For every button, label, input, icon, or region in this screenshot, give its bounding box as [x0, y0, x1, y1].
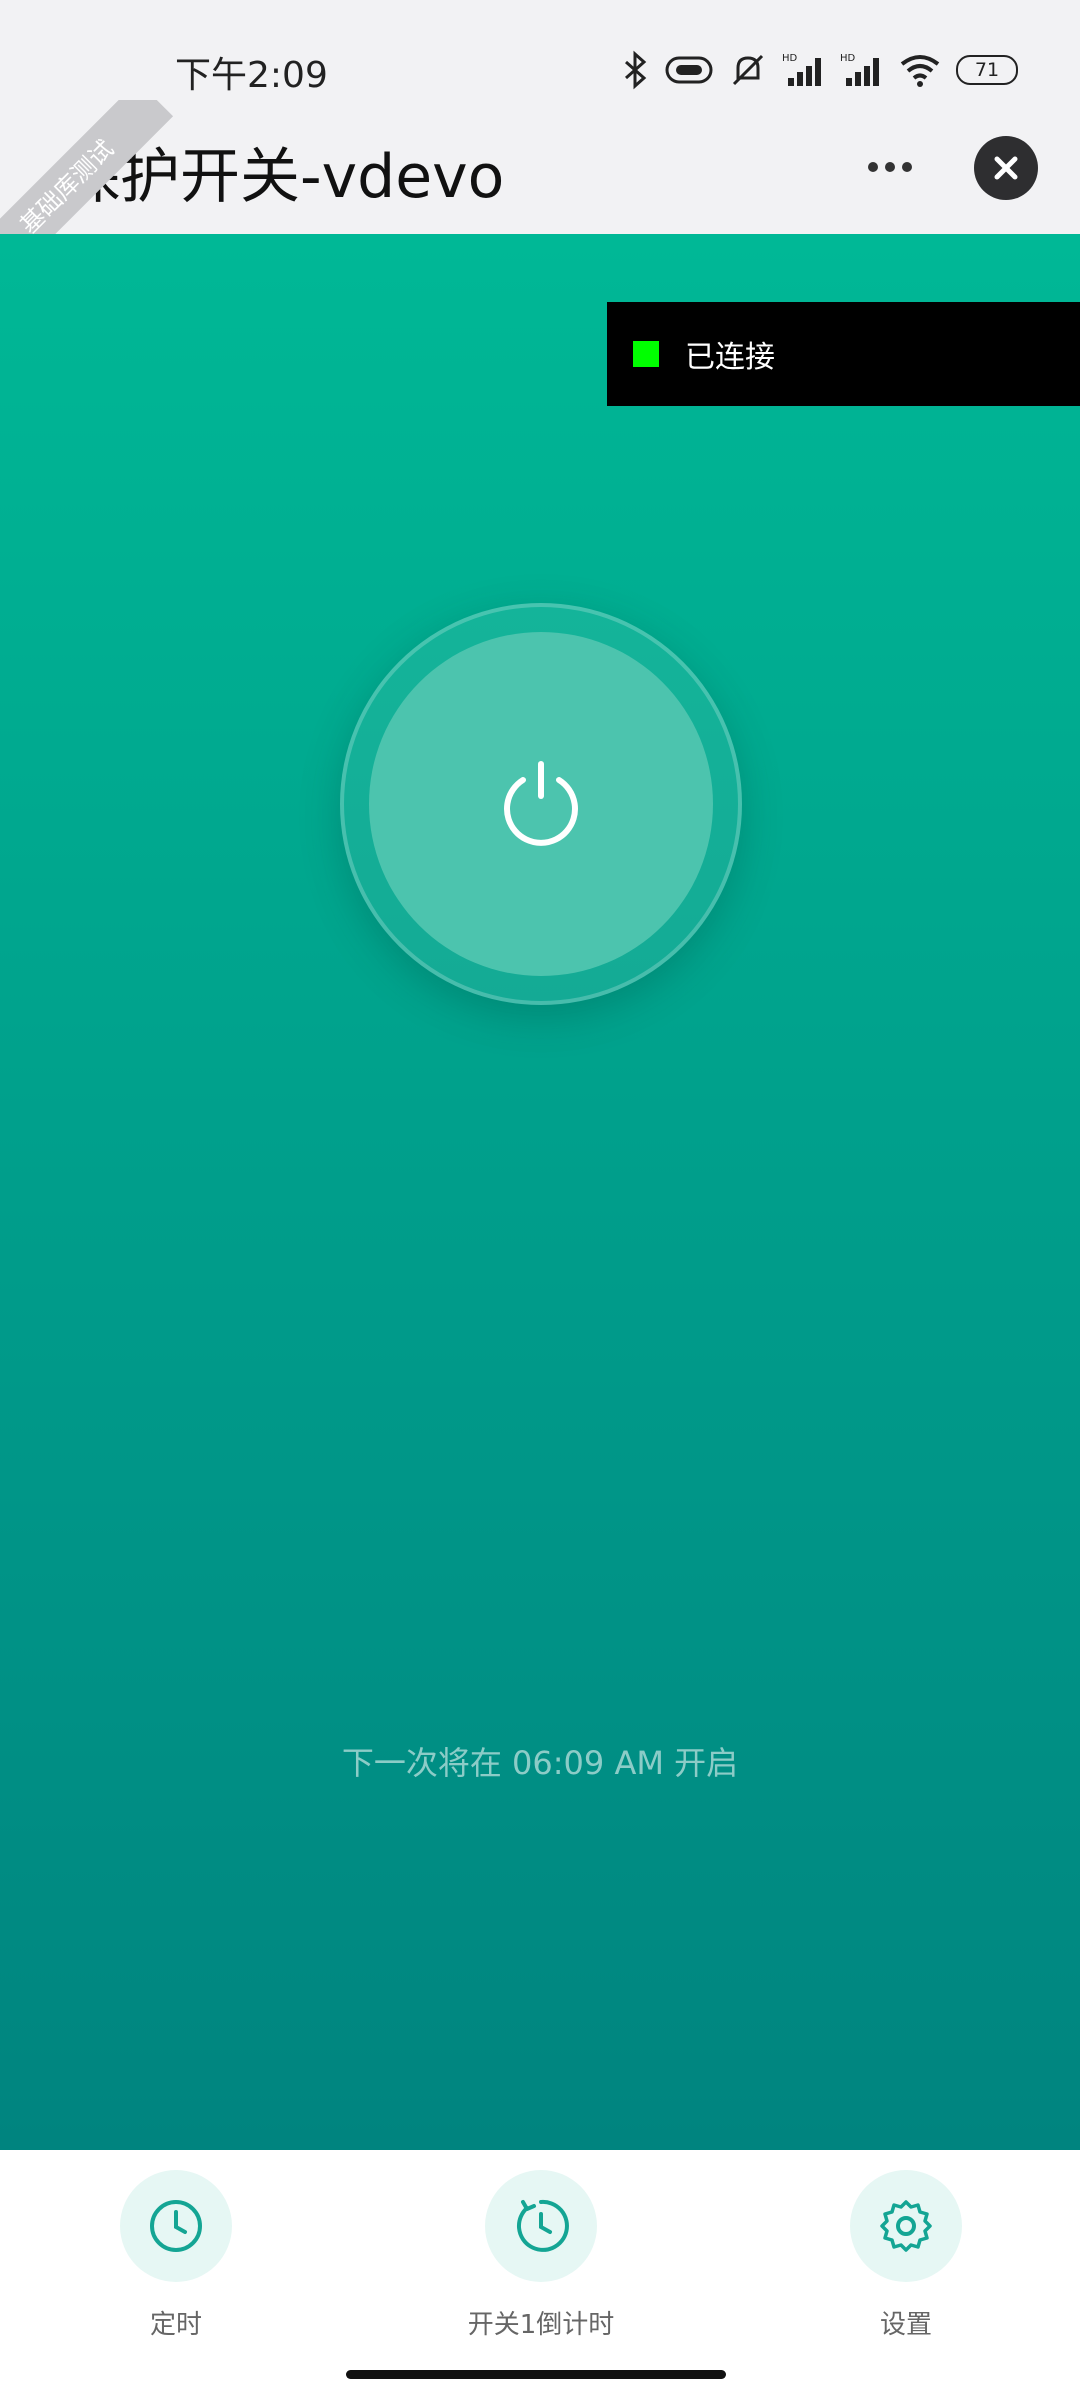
power-button[interactable]	[369, 632, 713, 976]
connection-status-bar: 已连接	[607, 302, 1080, 406]
page-title: 保护开关-vdevo	[60, 142, 505, 212]
power-icon	[504, 761, 578, 846]
status-bar: 下午2:09 HD HD 71	[0, 0, 1080, 120]
svg-text:HD: HD	[782, 53, 798, 64]
bottom-nav: 定时 开关1倒计时 设置	[0, 2150, 1080, 2400]
battery-icon: 71	[956, 55, 1018, 85]
gear-icon	[880, 2200, 932, 2252]
nav-label-timer: 定时	[149, 2310, 202, 2340]
bluetooth-icon	[620, 50, 650, 90]
link-icon	[664, 52, 714, 88]
nav-item-settings[interactable]: 设置	[776, 2170, 1036, 2341]
clock-icon	[150, 2200, 202, 2252]
connection-indicator	[633, 341, 659, 367]
countdown-icon	[516, 2199, 569, 2252]
close-button[interactable]	[974, 136, 1038, 200]
status-time: 下午2:09	[175, 55, 328, 96]
status-icons: HD HD 71	[620, 48, 1018, 92]
nav-item-timer[interactable]: 定时	[46, 2170, 306, 2341]
nav-item-countdown[interactable]: 开关1倒计时	[411, 2170, 671, 2341]
wifi-icon	[898, 50, 942, 90]
nav-label-countdown: 开关1倒计时	[467, 2310, 615, 2340]
nav-label-settings: 设置	[879, 2310, 932, 2340]
close-icon	[994, 156, 1018, 180]
svg-text:HD: HD	[840, 53, 856, 64]
next-schedule-text: 下一次将在 06:09 AM 开启	[341, 1744, 739, 1782]
more-icon	[868, 162, 878, 172]
connection-status-text: 已连接	[685, 340, 775, 375]
signal-hd-icon: HD	[782, 50, 826, 90]
more-button[interactable]	[860, 145, 920, 189]
signal-hd-icon: HD	[840, 50, 884, 90]
main-panel	[0, 234, 1080, 2150]
mute-icon	[728, 50, 768, 90]
home-indicator[interactable]	[346, 2370, 726, 2379]
